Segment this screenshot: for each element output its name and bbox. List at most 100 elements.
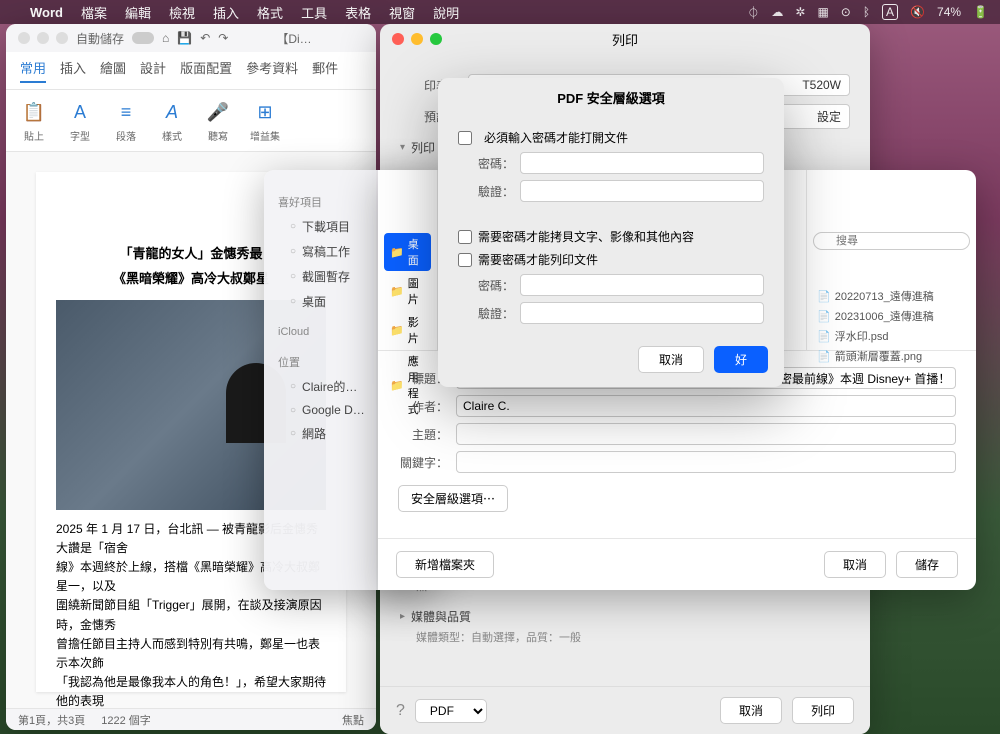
window-controls[interactable]	[18, 32, 68, 44]
pdfsec-ok-button[interactable]: 好	[714, 346, 768, 373]
menu-view[interactable]: 檢視	[169, 3, 195, 22]
app-name[interactable]: Word	[30, 5, 63, 20]
print-confirm-button[interactable]: 列印	[792, 697, 854, 724]
keywords-input[interactable]	[456, 451, 956, 473]
keywords-label: 關鍵字：	[398, 454, 448, 471]
checkbox-icon[interactable]	[458, 131, 472, 145]
status-icon[interactable]: ⏀	[747, 4, 759, 21]
section-media[interactable]: 媒體與品質	[400, 608, 850, 625]
file-item[interactable]: 20220713_遠傳進稿	[813, 286, 970, 306]
tab-home[interactable]: 常用	[20, 58, 46, 83]
open-password-input[interactable]	[520, 152, 764, 174]
open-verify-input[interactable]	[520, 180, 764, 202]
menu-window[interactable]: 視窗	[389, 3, 415, 22]
subject-input[interactable]	[456, 423, 956, 445]
verify-label: 驗證：	[478, 305, 514, 322]
focus-mode[interactable]: 焦點	[342, 712, 364, 728]
paragraph-icon: ≡	[112, 98, 140, 126]
undo-icon[interactable]: ↶	[200, 31, 210, 45]
require-print-password-checkbox[interactable]: 需要密碼才能列印文件	[458, 251, 764, 268]
print-cancel-button[interactable]: 取消	[720, 697, 782, 724]
checkbox-icon[interactable]	[458, 230, 472, 244]
volume-icon[interactable]: 🔇	[910, 5, 925, 19]
ribbon-dictate[interactable]: 🎤聽寫	[204, 98, 232, 143]
window-controls[interactable]	[392, 33, 442, 45]
page-count[interactable]: 第1頁，共3頁	[18, 712, 85, 728]
save-icon[interactable]: 💾	[177, 31, 192, 45]
perm-verify-input[interactable]	[520, 302, 764, 324]
folder-pictures[interactable]: 圖片	[384, 272, 431, 310]
doc-body: 圍繞新聞節目組「Trigger」展開，在談及接演原因時，金憓秀	[56, 596, 326, 634]
perm-password-input[interactable]	[520, 274, 764, 296]
status-bar: 第1頁，共3頁 1222 個字 焦點	[6, 708, 376, 730]
save-confirm-button[interactable]: 儲存	[896, 551, 958, 578]
menu-file[interactable]: 檔案	[81, 3, 107, 22]
status-icon[interactable]: ⊙	[841, 5, 851, 19]
redo-icon[interactable]: ↷	[218, 31, 228, 45]
pdf-dropdown[interactable]: PDF	[415, 699, 487, 723]
menubar-status: ⏀ ☁ ✲ ▦ ⊙ ᛒ A 🔇 74% 🔋	[747, 4, 988, 21]
mic-icon: 🎤	[204, 98, 232, 126]
folder-desktop[interactable]: 桌面	[384, 233, 431, 271]
subject-label: 主題：	[398, 426, 448, 443]
print-title-text: 列印	[612, 30, 638, 49]
doc-body: 曾擔任節目主持人而感到特別有共鳴，鄭星一也表示本次飾	[56, 635, 326, 673]
menu-edit[interactable]: 編輯	[125, 3, 151, 22]
status-icon[interactable]: ✲	[795, 5, 805, 19]
menu-insert[interactable]: 插入	[213, 3, 239, 22]
ribbon-paste[interactable]: 📋貼上	[20, 98, 48, 143]
autosave-toggle[interactable]	[132, 32, 154, 44]
menu-help[interactable]: 說明	[433, 3, 459, 22]
ribbon-styles[interactable]: A樣式	[158, 98, 186, 143]
ribbon-paragraph[interactable]: ≡段落	[112, 98, 140, 143]
save-cancel-button[interactable]: 取消	[824, 551, 886, 578]
save-footer: 新增檔案夾 取消 儲存	[378, 538, 976, 590]
tab-references[interactable]: 參考資料	[246, 58, 298, 83]
tab-layout[interactable]: 版面配置	[180, 58, 232, 83]
save-files-column: 20220713_遠傳進稿 20231006_遠傳進稿 浮水印.psd 箭頭漸層…	[806, 170, 976, 350]
menu-format[interactable]: 格式	[257, 3, 283, 22]
tab-mail[interactable]: 郵件	[312, 58, 338, 83]
clipboard-icon: 📋	[20, 98, 48, 126]
password-label: 密碼：	[478, 277, 514, 294]
print-footer: ? PDF 取消 列印	[380, 686, 870, 734]
section-media-sub: 媒體類型：自動選擇，品質：一般	[400, 629, 850, 645]
word-titlebar: 自動儲存 ⌂ 💾 ↶ ↷ 【Di…	[6, 24, 376, 52]
doc-title: 【Di…	[276, 30, 311, 47]
battery-percent[interactable]: 74%	[937, 5, 961, 19]
pdfsec-cancel-button[interactable]: 取消	[638, 346, 704, 373]
autosave-label: 自動儲存	[76, 30, 124, 47]
menu-tools[interactable]: 工具	[301, 3, 327, 22]
doc-body: 「我認為他是最像我本人的角色！」，希望大家期待他的表現	[56, 673, 326, 711]
help-icon[interactable]: ?	[396, 702, 405, 720]
new-folder-button[interactable]: 新增檔案夾	[396, 551, 494, 578]
styles-icon: A	[158, 98, 186, 126]
require-copy-password-checkbox[interactable]: 需要密碼才能拷貝文字、影像和其他內容	[458, 228, 764, 245]
bluetooth-icon[interactable]: ᛒ	[863, 5, 870, 19]
input-source[interactable]: A	[882, 4, 898, 20]
print-titlebar: 列印	[380, 24, 870, 54]
search-input[interactable]	[813, 232, 970, 250]
tab-design[interactable]: 設計	[140, 58, 166, 83]
folder-movies[interactable]: 影片	[384, 311, 431, 349]
tab-insert[interactable]: 插入	[60, 58, 86, 83]
ribbon-font[interactable]: A字型	[66, 98, 94, 143]
require-open-password-checkbox[interactable]: 必須輸入密碼才能打開文件	[458, 129, 764, 146]
file-item[interactable]: 箭頭漸層覆蓋.png	[813, 346, 970, 366]
macos-menubar: Word 檔案 編輯 檢視 插入 格式 工具 表格 視窗 說明 ⏀ ☁ ✲ ▦ …	[0, 0, 1000, 24]
author-input[interactable]	[456, 395, 956, 417]
file-item[interactable]: 20231006_遠傳進稿	[813, 306, 970, 326]
pdf-security-title: PDF 安全層級選項	[438, 78, 784, 117]
word-count[interactable]: 1222 個字	[101, 712, 151, 728]
tab-draw[interactable]: 繪圖	[100, 58, 126, 83]
battery-icon[interactable]: 🔋	[973, 5, 988, 19]
verify-label: 驗證：	[478, 183, 514, 200]
file-item[interactable]: 浮水印.psd	[813, 326, 970, 346]
status-icon[interactable]: ☁	[771, 5, 783, 19]
menu-table[interactable]: 表格	[345, 3, 371, 22]
ribbon-addins[interactable]: ⊞增益集	[250, 98, 280, 143]
home-icon[interactable]: ⌂	[162, 31, 169, 45]
security-options-button[interactable]: 安全層級選項⋯	[398, 485, 508, 512]
status-icon[interactable]: ▦	[817, 5, 828, 19]
checkbox-icon[interactable]	[458, 253, 472, 267]
